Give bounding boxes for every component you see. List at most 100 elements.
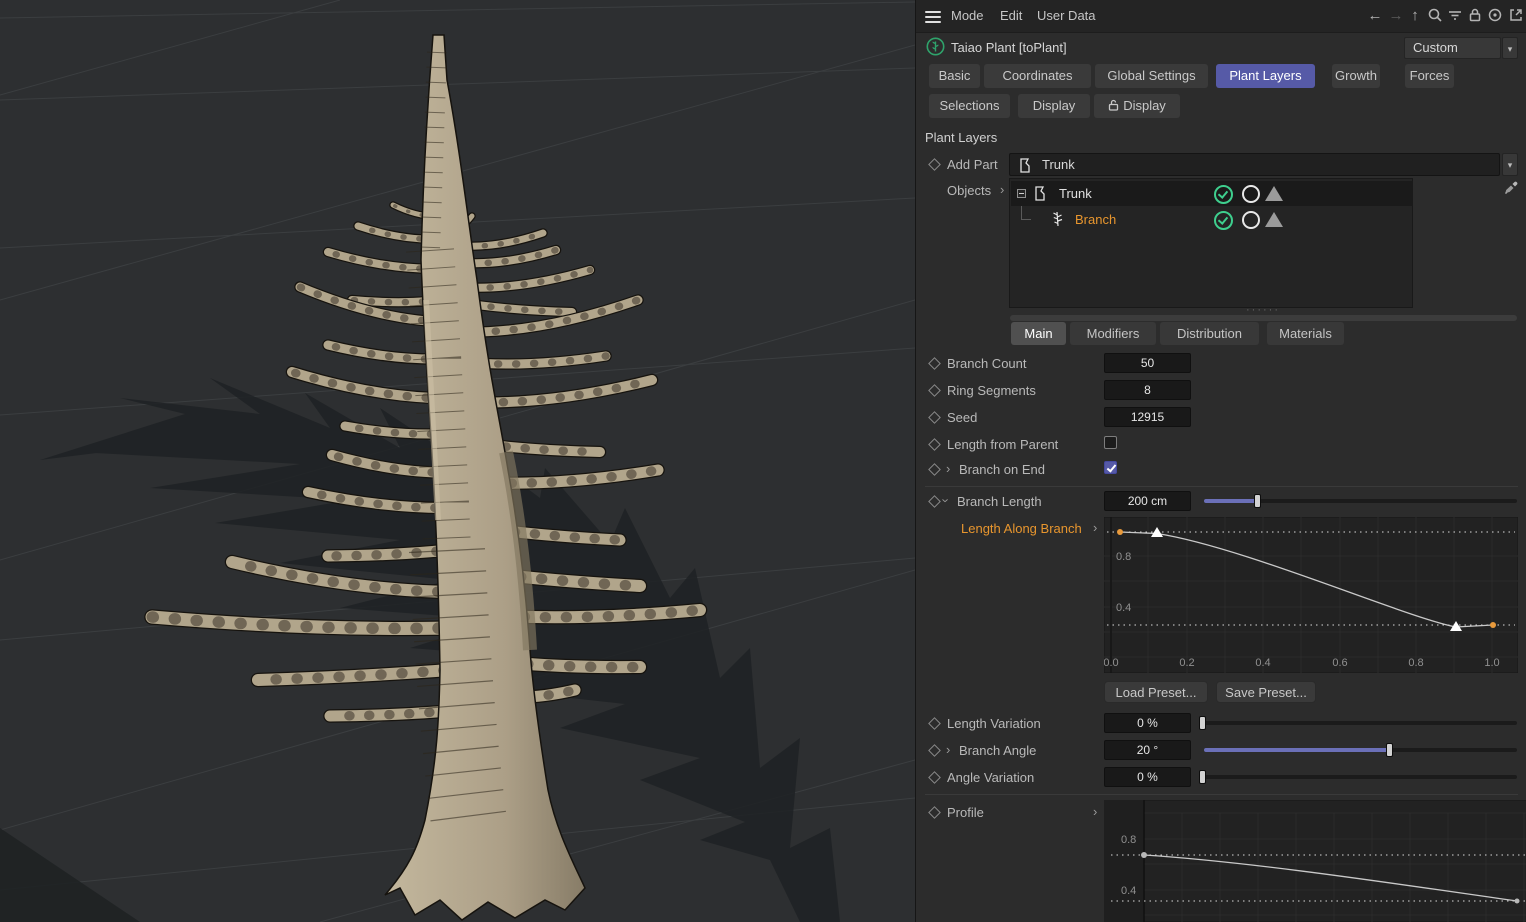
object-title: Taiao Plant [toPlant] <box>951 37 1067 59</box>
separator <box>925 486 1518 487</box>
angle-variation-slider[interactable] <box>1204 775 1517 779</box>
length-along-branch-label: Length Along Branch <box>961 521 1082 536</box>
branch-count-input[interactable] <box>1104 353 1191 373</box>
popout-icon[interactable] <box>1507 7 1525 25</box>
branch-angle-slider-handle[interactable] <box>1386 743 1393 757</box>
param-diamond-icon <box>928 158 941 171</box>
render-flag-icon[interactable] <box>1265 186 1283 201</box>
profile-curve-editor[interactable]: 0.8 0.4 <box>1104 800 1526 922</box>
length-along-branch-curve-editor[interactable]: 0.8 0.4 0.0 0.2 0.4 0.6 0.8 1.0 <box>1104 517 1518 673</box>
preset-select[interactable]: Custom <box>1404 37 1501 59</box>
viewport-3d[interactable] <box>0 0 915 922</box>
horizontal-scrollbar[interactable] <box>1010 315 1517 321</box>
section-title: Plant Layers <box>925 130 997 145</box>
subtab-distribution[interactable]: Distribution <box>1160 322 1259 345</box>
curve-point[interactable] <box>1490 622 1496 628</box>
tree-item-label[interactable]: Branch <box>1075 207 1116 232</box>
subtab-materials[interactable]: Materials <box>1267 322 1344 345</box>
expand-chevron-icon[interactable]: › <box>1093 521 1097 534</box>
tree-item-label[interactable]: Trunk <box>1059 181 1092 206</box>
tab-display[interactable]: Display <box>1018 94 1090 118</box>
branch-length-label: Branch Length <box>957 494 1042 509</box>
subtab-modifiers[interactable]: Modifiers <box>1070 322 1156 345</box>
render-flag-icon[interactable] <box>1265 212 1283 227</box>
collapse-box-icon[interactable] <box>1017 189 1026 198</box>
add-part-dropdown-arrow[interactable]: ▾ <box>1502 153 1518 176</box>
back-arrow-icon[interactable]: ← <box>1366 7 1384 25</box>
ring-segments-input[interactable] <box>1104 380 1191 400</box>
expand-chevron-icon[interactable]: › <box>946 743 950 756</box>
length-variation-label: Length Variation <box>947 716 1041 731</box>
enabled-toggle-icon[interactable] <box>1214 211 1233 230</box>
load-preset-button[interactable]: Load Preset... <box>1104 681 1208 703</box>
length-variation-input[interactable] <box>1104 713 1191 733</box>
up-arrow-icon[interactable]: ↑ <box>1406 7 1424 25</box>
curve-point[interactable] <box>1117 529 1123 535</box>
param-diamond-icon <box>928 717 941 730</box>
add-part-dropdown[interactable]: Trunk <box>1009 153 1500 176</box>
branch-length-slider-handle[interactable] <box>1254 494 1261 508</box>
add-part-value: Trunk <box>1042 154 1075 175</box>
expand-chevron-icon[interactable]: › <box>1093 805 1097 818</box>
tree-row-branch[interactable]: Branch <box>1011 206 1413 232</box>
target-icon[interactable] <box>1486 7 1504 25</box>
length-from-parent-label: Length from Parent <box>947 437 1058 452</box>
subtab-main[interactable]: Main <box>1011 322 1066 345</box>
save-preset-button[interactable]: Save Preset... <box>1216 681 1316 703</box>
tab-coordinates[interactable]: Coordinates <box>984 64 1091 88</box>
angle-variation-input[interactable] <box>1104 767 1191 787</box>
trunk-icon <box>1018 157 1032 179</box>
add-part-label: Add Part <box>947 157 998 172</box>
separator <box>925 794 1518 795</box>
tab-global-settings[interactable]: Global Settings <box>1095 64 1208 88</box>
search-icon[interactable] <box>1426 7 1444 25</box>
branch-length-slider[interactable] <box>1204 499 1517 503</box>
param-diamond-icon <box>928 438 941 451</box>
attribute-manager-panel: Mode Edit User Data ← → ↑ Taiao Plant [t… <box>915 0 1526 922</box>
menu-mode[interactable]: Mode <box>951 0 984 32</box>
lock-icon[interactable] <box>1466 7 1484 25</box>
forward-arrow-icon[interactable]: → <box>1387 7 1405 25</box>
visibility-toggle-icon[interactable] <box>1242 185 1260 203</box>
branch-icon <box>1049 210 1066 233</box>
param-diamond-icon <box>928 806 941 819</box>
tab-forces[interactable]: Forces <box>1405 64 1454 88</box>
branch-angle-slider[interactable] <box>1204 748 1517 752</box>
preset-select-arrow[interactable]: ▾ <box>1502 37 1518 59</box>
curve-point[interactable] <box>1141 852 1147 858</box>
x-tick-label: 0.0 <box>1104 657 1119 669</box>
tab-growth[interactable]: Growth <box>1332 64 1380 88</box>
tree-indent-line <box>1021 206 1022 219</box>
eyedropper-icon[interactable] <box>1503 180 1519 201</box>
expand-chevron-icon[interactable]: › <box>946 462 950 475</box>
length-variation-slider[interactable] <box>1204 721 1517 725</box>
filter-icon[interactable] <box>1446 7 1464 25</box>
curve-point[interactable] <box>1515 899 1520 904</box>
enabled-toggle-icon[interactable] <box>1214 185 1233 204</box>
objects-tree[interactable]: Trunk Branch <box>1009 178 1413 308</box>
length-variation-slider-handle[interactable] <box>1199 716 1206 730</box>
branch-angle-input[interactable] <box>1104 740 1191 760</box>
menu-edit[interactable]: Edit <box>1000 0 1022 32</box>
param-diamond-icon <box>928 411 941 424</box>
tree-row-trunk[interactable]: Trunk <box>1011 181 1413 206</box>
tab-basic[interactable]: Basic <box>929 64 980 88</box>
slider-fill <box>1204 748 1389 752</box>
visibility-toggle-icon[interactable] <box>1242 211 1260 229</box>
angle-variation-slider-handle[interactable] <box>1199 770 1206 784</box>
tab-selections[interactable]: Selections <box>929 94 1010 118</box>
collapse-chevron-icon[interactable]: › <box>940 498 953 502</box>
length-from-parent-checkbox[interactable] <box>1104 436 1117 449</box>
tab-display-locked[interactable]: Display <box>1094 94 1180 118</box>
seed-input[interactable] <box>1104 407 1191 427</box>
branch-length-input[interactable] <box>1104 491 1191 511</box>
menu-user-data[interactable]: User Data <box>1037 0 1096 32</box>
tab-plant-layers[interactable]: Plant Layers <box>1216 64 1315 88</box>
branch-on-end-checkbox[interactable] <box>1104 461 1117 474</box>
y-tick-label: 0.4 <box>1116 602 1131 614</box>
branch-count-label: Branch Count <box>947 356 1027 371</box>
objects-chevron-icon[interactable]: › <box>1000 183 1004 196</box>
y-tick-label: 0.4 <box>1121 885 1136 897</box>
hamburger-menu-icon[interactable] <box>925 8 941 26</box>
param-diamond-icon <box>928 463 941 476</box>
